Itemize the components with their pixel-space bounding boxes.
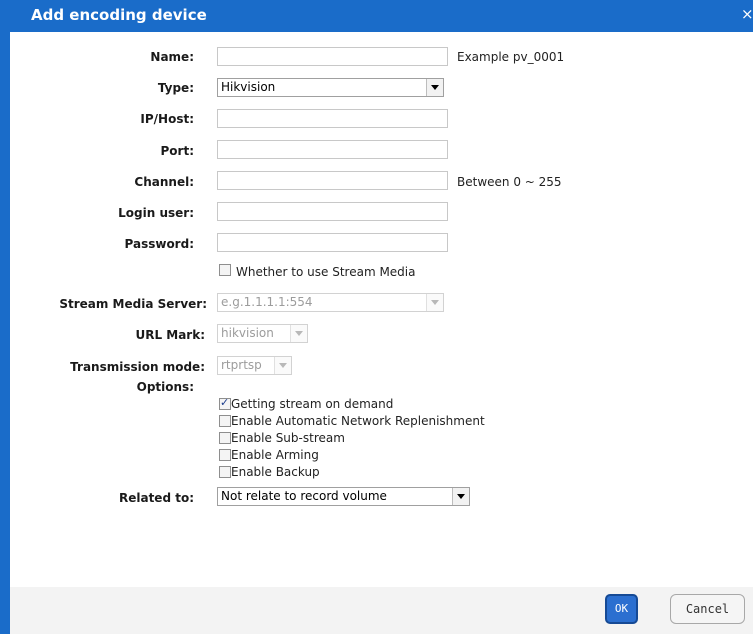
chevron-down-icon xyxy=(426,79,443,96)
close-icon[interactable]: × xyxy=(741,5,753,23)
port-input[interactable] xyxy=(217,140,448,159)
option-label: Getting stream on demand xyxy=(231,397,394,411)
chevron-down-icon xyxy=(274,357,291,374)
chevron-down-icon xyxy=(452,488,469,505)
stream-media-server-label: Stream Media Server: xyxy=(59,297,207,311)
port-label: Port: xyxy=(160,144,195,158)
dialog-footer xyxy=(10,587,753,634)
transmission-mode-label: Transmission mode: xyxy=(70,360,205,374)
ok-button[interactable]: OK xyxy=(605,594,638,624)
options-label: Options: xyxy=(136,380,194,394)
login-user-label: Login user: xyxy=(118,206,194,220)
option-checkbox[interactable] xyxy=(219,466,231,478)
related-to-select[interactable]: Not relate to record volume xyxy=(217,487,470,506)
use-stream-media-label: Whether to use Stream Media xyxy=(236,265,416,279)
name-input[interactable] xyxy=(217,47,448,66)
option-label: Enable Backup xyxy=(231,465,320,479)
url-mark-label: URL Mark: xyxy=(135,328,205,342)
transmission-mode-value: rtprtsp xyxy=(221,358,262,372)
option-label: Enable Automatic Network Replenishment xyxy=(231,414,485,428)
type-label: Type: xyxy=(157,81,194,95)
login-user-input[interactable] xyxy=(217,202,448,221)
cancel-button[interactable]: Cancel xyxy=(670,594,745,624)
option-checkbox[interactable] xyxy=(219,432,231,444)
type-select[interactable]: Hikvision xyxy=(217,78,444,97)
ip-host-input[interactable] xyxy=(217,109,448,128)
use-stream-media-checkbox[interactable] xyxy=(219,264,231,276)
password-label: Password: xyxy=(124,237,195,251)
add-encoding-device-dialog: Add encoding device × Name: Example pv_0… xyxy=(0,0,753,634)
url-mark-select[interactable]: hikvision xyxy=(217,324,308,343)
related-to-value: Not relate to record volume xyxy=(221,489,387,503)
channel-input[interactable] xyxy=(217,171,448,190)
stream-media-server-select[interactable]: e.g.1.1.1.1:554 xyxy=(217,293,444,312)
type-select-value: Hikvision xyxy=(221,80,276,94)
ip-host-label: IP/Host: xyxy=(140,112,194,126)
option-label: Enable Arming xyxy=(231,448,319,462)
option-checkbox[interactable] xyxy=(219,396,231,410)
channel-label: Channel: xyxy=(134,175,194,189)
name-hint: Example pv_0001 xyxy=(457,50,565,64)
chevron-down-icon xyxy=(426,294,443,311)
channel-hint: Between 0 ~ 255 xyxy=(457,175,562,189)
option-label: Enable Sub-stream xyxy=(231,431,345,445)
transmission-mode-select[interactable]: rtprtsp xyxy=(217,356,292,375)
dialog-title: Add encoding device xyxy=(31,6,207,24)
name-label: Name: xyxy=(150,50,194,64)
related-to-label: Related to: xyxy=(118,491,194,505)
chevron-down-icon xyxy=(290,325,307,342)
option-checkbox[interactable] xyxy=(219,449,231,461)
option-checkbox[interactable] xyxy=(219,415,231,427)
dialog-title-bar: Add encoding device × xyxy=(0,0,753,32)
url-mark-value: hikvision xyxy=(221,326,274,340)
stream-media-server-placeholder: e.g.1.1.1.1:554 xyxy=(221,295,313,309)
password-input[interactable] xyxy=(217,233,448,252)
